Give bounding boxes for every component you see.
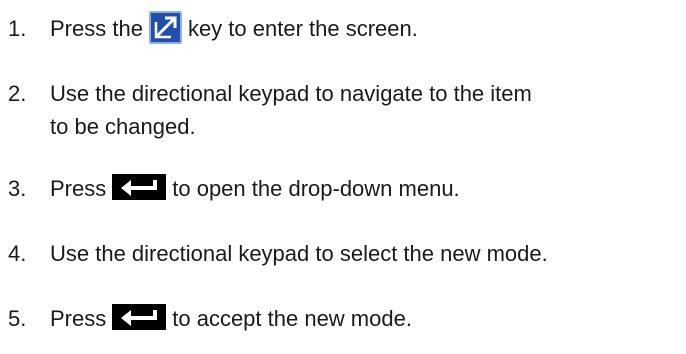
edit-key-icon	[148, 10, 182, 44]
step-number: 4.	[8, 241, 27, 266]
step-text: Press to accept the new mode.	[50, 302, 680, 335]
step-text-before: Press the	[50, 16, 143, 41]
step-text-after: to open the drop-down menu.	[172, 176, 460, 201]
step-text: Use the directional keypad to navigate t…	[50, 77, 680, 143]
step-text-before: Press	[50, 176, 107, 201]
step-text-after: to accept the new mode.	[172, 306, 412, 331]
step-number: 3.	[8, 176, 27, 201]
enter-key-icon	[112, 304, 167, 331]
step-text-line-2: to be changed.	[50, 114, 196, 139]
enter-key-icon	[112, 174, 167, 201]
step-number: 1.	[8, 16, 27, 41]
step-text: Press to open the drop-down menu.	[50, 172, 680, 205]
step-text: Press the key to enter the screen.	[50, 10, 680, 47]
step-text: Use the directional keypad to select the…	[50, 241, 548, 266]
step-number: 5.	[8, 306, 27, 331]
step-text-line-1: Use the directional keypad to navigate t…	[50, 81, 532, 106]
step-text-before: Press	[50, 306, 107, 331]
step-number: 2.	[8, 81, 27, 106]
step-text-after: key to enter the screen.	[187, 16, 418, 41]
